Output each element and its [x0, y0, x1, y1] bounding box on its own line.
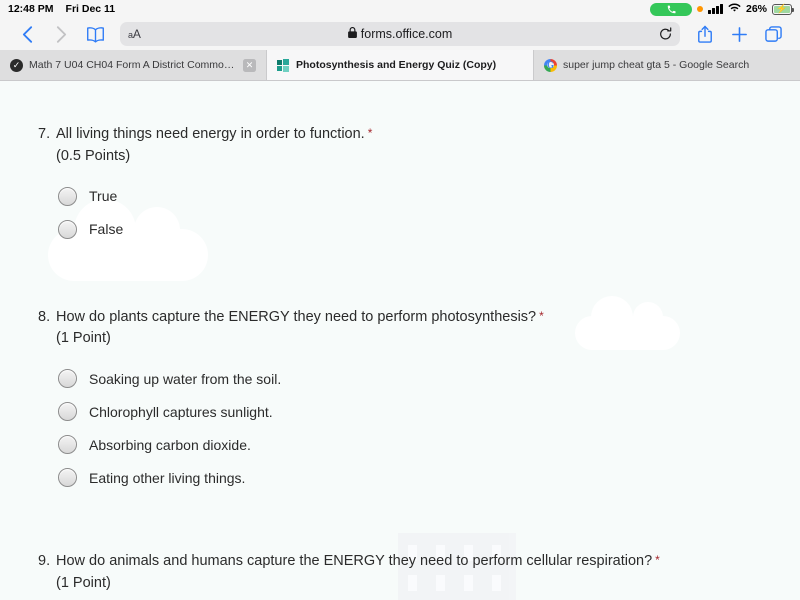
option-row[interactable]: Chlorophyll captures sunlight.: [58, 395, 800, 428]
question-7-options: True False: [38, 180, 800, 246]
question-8-options: Soaking up water from the soil. Chloroph…: [38, 362, 800, 494]
url-text: forms.office.com: [360, 27, 453, 41]
question-7: 7. All living things need energy in orde…: [0, 125, 800, 246]
book-sidebar-icon[interactable]: [78, 21, 112, 47]
status-bar-right: 26% ⚡: [650, 2, 794, 16]
option-row[interactable]: True: [58, 180, 800, 213]
question-points: (1 Point): [56, 574, 111, 591]
question-points: (0.5 Points): [56, 147, 131, 164]
required-asterisk: *: [539, 308, 544, 323]
question-points: (1 Point): [56, 330, 111, 347]
question-9-heading: 9. How do animals and humans capture the…: [38, 552, 800, 572]
option-label: Eating other living things.: [89, 469, 246, 486]
option-label: True: [89, 188, 118, 205]
plus-icon[interactable]: [722, 21, 756, 47]
share-icon[interactable]: [688, 21, 722, 47]
option-label: Soaking up water from the soil.: [89, 370, 282, 387]
option-row[interactable]: False: [58, 213, 800, 246]
question-number: 7.: [38, 126, 51, 142]
cellular-bars-icon: [708, 4, 723, 14]
tab-overview-icon[interactable]: [756, 21, 790, 47]
required-asterisk: *: [655, 553, 660, 568]
browser-tab-google-search[interactable]: G super jump cheat gta 5 - Google Search: [534, 50, 800, 80]
battery-charging-icon: ⚡: [772, 3, 794, 15]
phone-icon[interactable]: [650, 2, 693, 16]
option-label: Absorbing carbon dioxide.: [89, 436, 251, 453]
browser-toolbar: aA forms.office.com: [0, 18, 800, 50]
option-row[interactable]: Absorbing carbon dioxide.: [58, 428, 800, 461]
microphone-in-use-indicator: [697, 6, 704, 12]
option-row[interactable]: Soaking up water from the soil.: [58, 362, 800, 395]
question-text: How do animals and humans capture the EN…: [56, 553, 653, 570]
wifi-icon: [728, 3, 741, 16]
status-time: 12:48 PM: [8, 3, 54, 15]
radio-button[interactable]: [58, 369, 77, 389]
question-9: 9. How do animals and humans capture the…: [0, 552, 800, 591]
radio-button[interactable]: [58, 402, 77, 422]
option-row[interactable]: Eating other living things.: [58, 461, 800, 494]
radio-button[interactable]: [58, 219, 77, 239]
tab-title: super jump cheat gta 5 - Google Search: [563, 59, 750, 71]
question-7-heading: 7. All living things need energy in orde…: [38, 125, 800, 145]
radio-button[interactable]: [58, 186, 77, 206]
tab-title: Photosynthesis and Energy Quiz (Copy): [296, 59, 497, 71]
required-asterisk: *: [367, 126, 373, 140]
question-number: 9.: [38, 553, 51, 570]
tab-title: Math 7 U04 CH04 Form A District Common A…: [29, 59, 237, 71]
question-text: How do plants capture the ENERGY they ne…: [56, 308, 537, 325]
browser-tab-photosynthesis-quiz[interactable]: Photosynthesis and Energy Quiz (Copy): [267, 50, 534, 80]
quiz-page: 7. All living things need energy in orde…: [0, 81, 800, 600]
battery-percent: 26%: [745, 3, 767, 15]
forms-check-favicon: ✓: [10, 58, 23, 72]
browser-tab-math7[interactable]: ✓ Math 7 U04 CH04 Form A District Common…: [0, 50, 267, 80]
option-label: Chlorophyll captures sunlight.: [89, 403, 273, 420]
chevron-left-icon[interactable]: [10, 21, 44, 47]
question-8: 8. How do plants capture the ENERGY they…: [0, 308, 800, 495]
close-icon[interactable]: ✕: [243, 58, 256, 72]
address-bar[interactable]: aA forms.office.com: [120, 22, 680, 46]
url-display: forms.office.com: [120, 27, 680, 41]
google-favicon: G: [544, 58, 557, 72]
chevron-right-icon: [44, 21, 78, 47]
question-number: 8.: [38, 308, 51, 325]
status-date: Fri Dec 11: [65, 3, 116, 15]
status-bar-left: 12:48 PM Fri Dec 11: [8, 3, 115, 15]
microsoft-forms-favicon: [277, 58, 290, 72]
question-8-heading: 8. How do plants capture the ENERGY they…: [38, 308, 800, 328]
question-text: All living things need energy in order t…: [56, 126, 365, 142]
quiz-content: 7. All living things need energy in orde…: [0, 125, 800, 591]
option-label: False: [89, 221, 124, 238]
lock-icon: [347, 27, 357, 41]
radio-button[interactable]: [58, 435, 77, 455]
status-bar: 12:48 PM Fri Dec 11 26% ⚡: [0, 0, 800, 18]
tab-bar: ✓ Math 7 U04 CH04 Form A District Common…: [0, 50, 800, 81]
radio-button[interactable]: [58, 468, 77, 488]
